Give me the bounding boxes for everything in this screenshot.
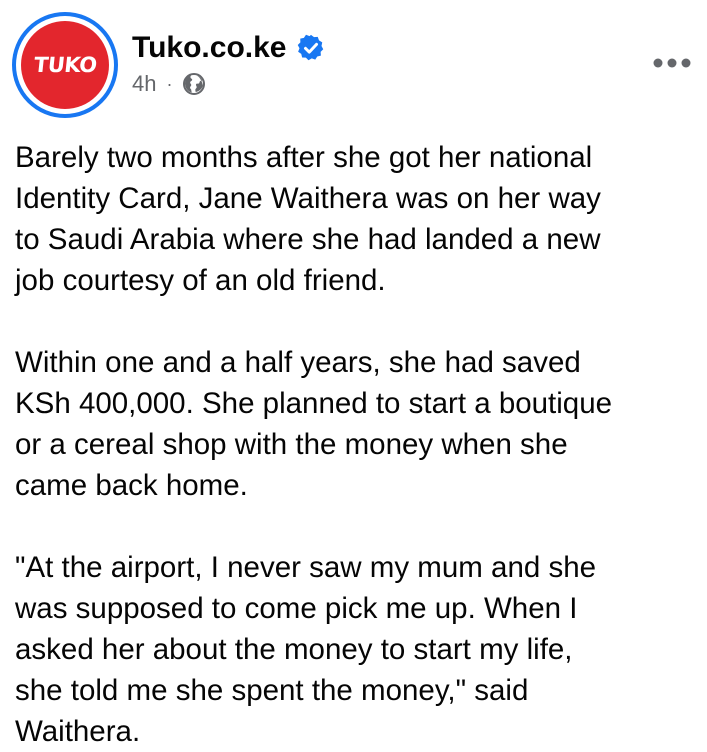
post-paragraph-2: Within one and a half years, she had sav… <box>15 346 613 502</box>
post-header: TUKO Tuko.co.ke 4h · <box>12 12 695 118</box>
avatar-logo-text: TUKO <box>32 53 98 77</box>
page-name-link[interactable]: Tuko.co.ke <box>132 30 286 66</box>
tuko-logo: TUKO <box>21 21 109 109</box>
post-meta: Tuko.co.ke 4h · <box>132 30 326 98</box>
post-paragraph-3: "At the airport, I never saw my mum and … <box>15 551 597 748</box>
dot-separator: · <box>166 74 173 94</box>
more-horizontal-icon[interactable] <box>653 56 691 68</box>
post-body: Barely two months after she got her nati… <box>15 137 700 752</box>
facebook-post: TUKO Tuko.co.ke 4h · Barely two months a… <box>0 0 707 748</box>
globe-icon[interactable] <box>182 72 206 96</box>
verified-badge-icon <box>296 33 326 63</box>
post-paragraph-1: Barely two months after she got her nati… <box>15 141 601 297</box>
avatar[interactable]: TUKO <box>12 12 118 118</box>
post-subtitle: 4h · <box>132 70 326 98</box>
avatar-border: TUKO <box>16 16 114 114</box>
post-timestamp[interactable]: 4h <box>132 70 156 98</box>
author-row: Tuko.co.ke <box>132 30 326 66</box>
